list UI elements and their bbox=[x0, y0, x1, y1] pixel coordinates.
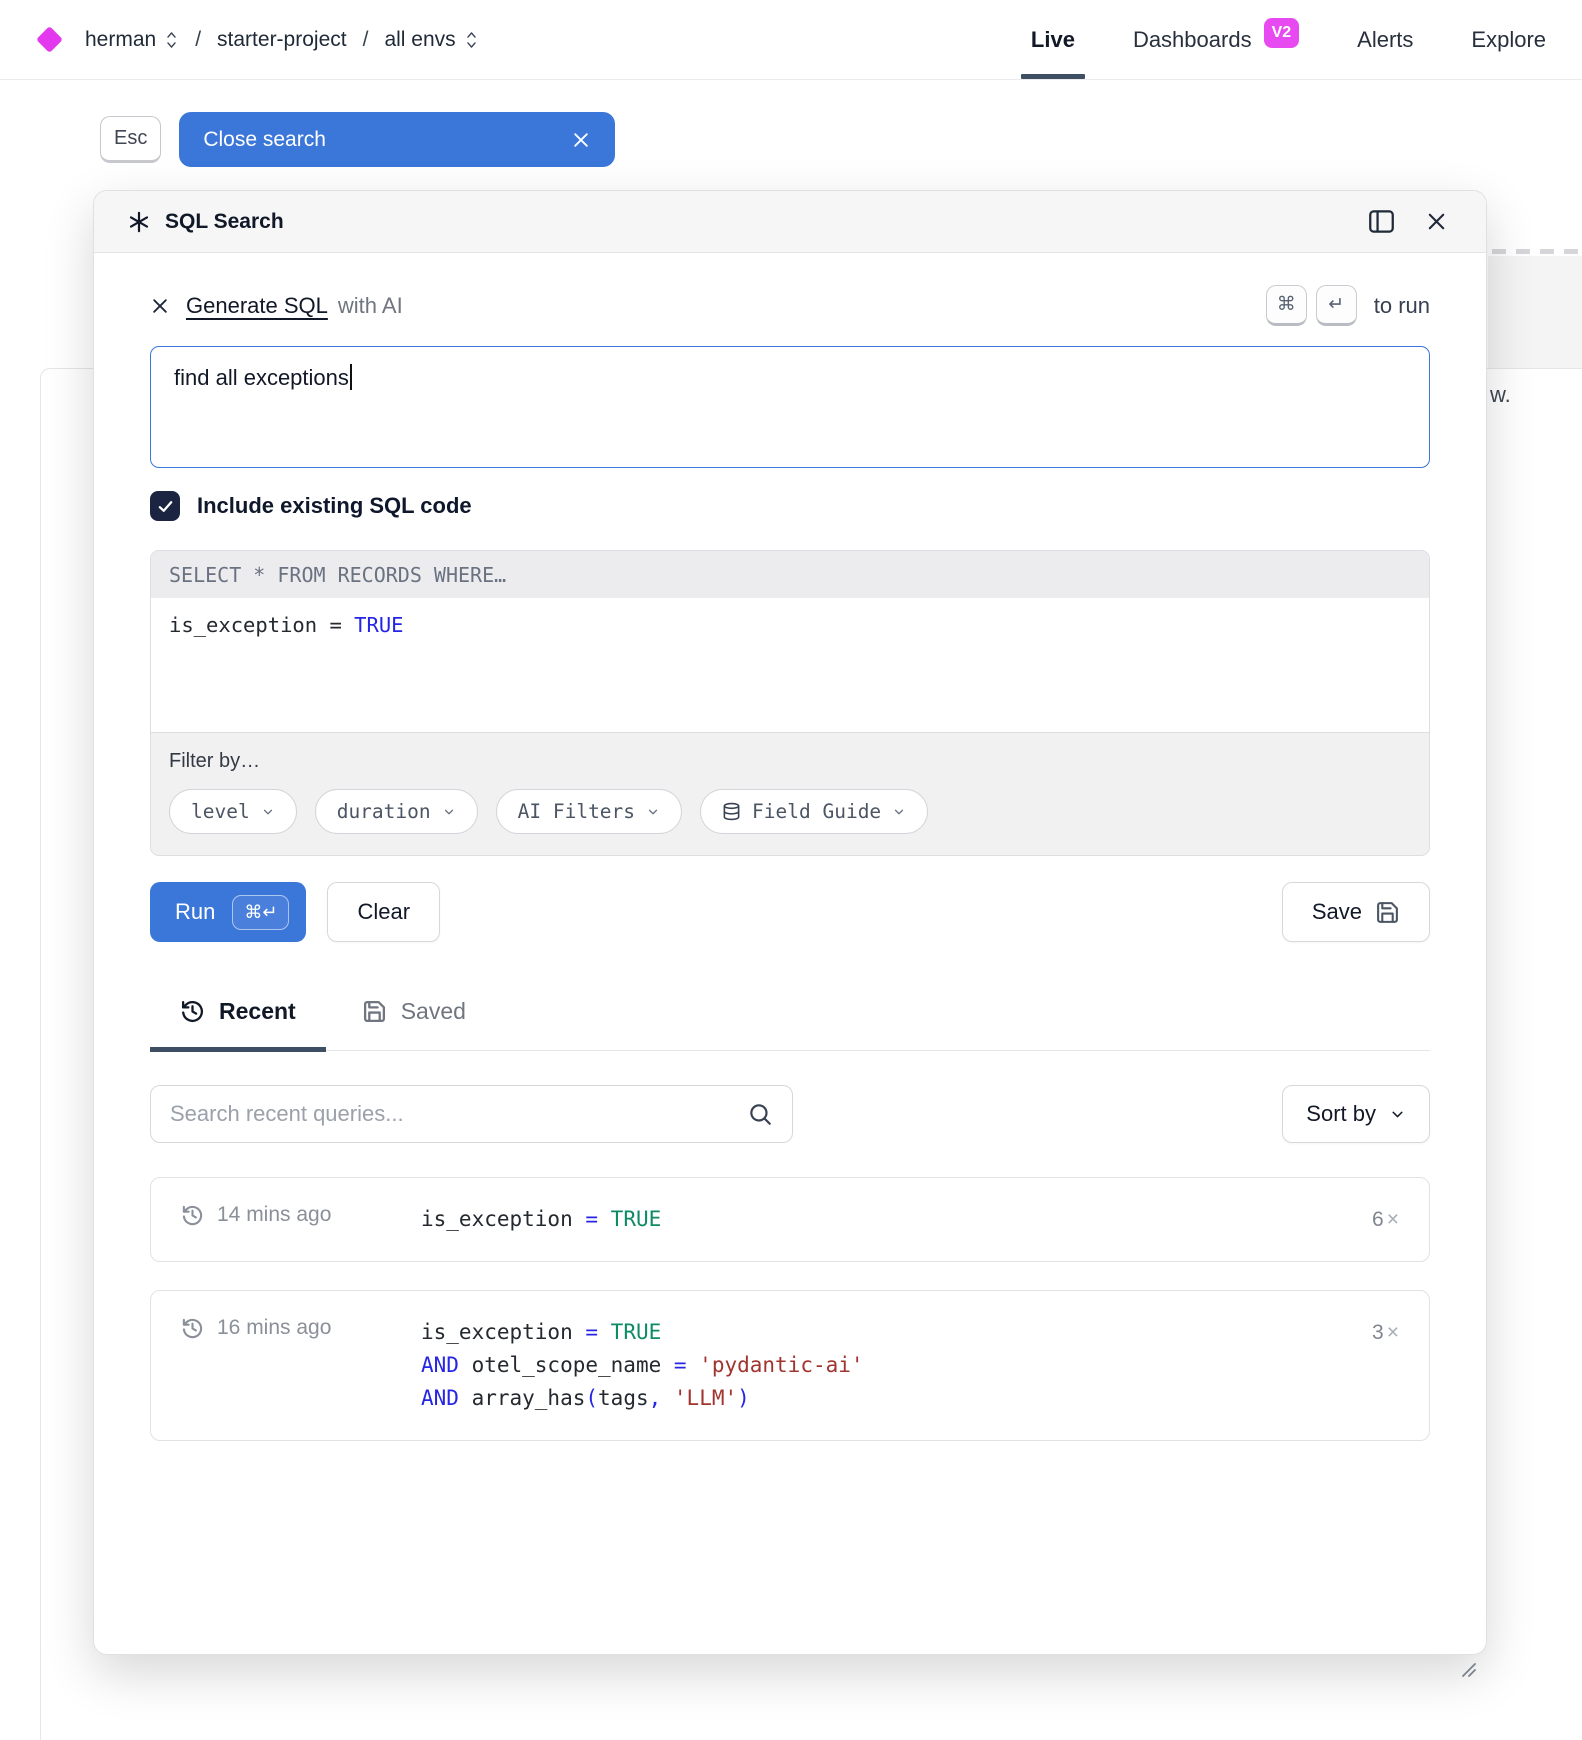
save-icon bbox=[362, 999, 387, 1024]
breadcrumb-env[interactable]: all envs bbox=[384, 28, 478, 52]
modal-title: SQL Search bbox=[128, 210, 284, 234]
chevron-down-icon bbox=[261, 805, 275, 819]
query-tabs: Recent Saved bbox=[150, 998, 1430, 1051]
resize-handle[interactable] bbox=[1456, 1657, 1476, 1677]
filter-section: Filter by… level duration AI Filters bbox=[151, 732, 1429, 855]
tab-recent[interactable]: Recent bbox=[150, 998, 326, 1050]
recent-query-timestamp: 14 mins ago bbox=[217, 1203, 331, 1227]
background-gray-block bbox=[1488, 256, 1582, 368]
asterisk-icon bbox=[128, 211, 150, 233]
recent-query-meta: 16 mins ago bbox=[181, 1316, 421, 1340]
filter-chip-ai-filters[interactable]: AI Filters bbox=[496, 789, 682, 834]
dismiss-ai-icon[interactable] bbox=[150, 296, 170, 316]
recent-query-run-count: 6× bbox=[1352, 1203, 1399, 1236]
filter-chip-field-guide[interactable]: Field Guide bbox=[700, 789, 928, 834]
recent-query-sql: is_exception = TRUE bbox=[421, 1203, 1352, 1236]
breadcrumb-project[interactable]: starter-project bbox=[217, 28, 347, 52]
history-icon bbox=[181, 1317, 204, 1340]
nav-tab-live[interactable]: Live bbox=[1031, 0, 1075, 79]
close-icon bbox=[571, 130, 591, 150]
recent-query-sql: is_exception = TRUEAND otel_scope_name =… bbox=[421, 1316, 1352, 1415]
recent-search-row: Sort by bbox=[150, 1085, 1430, 1143]
search-recent-input[interactable] bbox=[170, 1101, 735, 1127]
database-icon bbox=[722, 802, 741, 821]
history-icon bbox=[181, 1204, 204, 1227]
run-shortcut-hint: ⌘ ↵ to run bbox=[1266, 285, 1430, 326]
top-navbar: herman / starter-project / all envs Live… bbox=[0, 0, 1582, 80]
run-shortcut-keys: ⌘↵ bbox=[232, 895, 289, 930]
recent-rows: 14 mins ago is_exception = TRUE 6× 16 mi… bbox=[150, 1177, 1430, 1441]
text-cursor bbox=[350, 364, 352, 390]
modal-body: Generate SQL with AI ⌘ ↵ to run find all… bbox=[94, 285, 1486, 1686]
nav-tab-explore[interactable]: Explore bbox=[1471, 0, 1546, 79]
sort-by-button[interactable]: Sort by bbox=[1282, 1085, 1430, 1143]
run-button[interactable]: Run ⌘↵ bbox=[150, 882, 306, 942]
filter-chip-level[interactable]: level bbox=[169, 789, 297, 834]
breadcrumb-separator: / bbox=[363, 28, 369, 52]
save-button[interactable]: Save bbox=[1282, 882, 1430, 942]
breadcrumb: herman / starter-project / all envs bbox=[85, 28, 479, 52]
sql-editor-code[interactable]: is_exception = TRUE bbox=[151, 598, 1429, 732]
cmd-keycap: ⌘ bbox=[1266, 285, 1307, 326]
action-buttons-row: Run ⌘↵ Clear Save bbox=[150, 882, 1430, 942]
clear-button[interactable]: Clear bbox=[327, 882, 440, 942]
close-search-button[interactable]: Close search bbox=[179, 112, 615, 167]
generate-sql-suffix: with AI bbox=[338, 293, 403, 319]
generate-sql-link[interactable]: Generate SQL bbox=[186, 293, 328, 319]
generate-sql-row: Generate SQL with AI ⌘ ↵ to run bbox=[150, 285, 1430, 326]
filter-chip-duration[interactable]: duration bbox=[315, 789, 478, 834]
close-search-bar: Esc Close search bbox=[100, 112, 615, 167]
checkbox-checked[interactable] bbox=[150, 491, 180, 521]
breadcrumb-org[interactable]: herman bbox=[85, 28, 179, 52]
ai-prompt-input[interactable]: find all exceptions bbox=[150, 346, 1430, 468]
recent-query-timestamp: 16 mins ago bbox=[217, 1316, 331, 1340]
recent-query-row[interactable]: 14 mins ago is_exception = TRUE 6× bbox=[150, 1177, 1430, 1262]
chevron-updown-icon bbox=[164, 30, 179, 50]
close-icon[interactable] bbox=[1425, 210, 1448, 233]
nav-tab-alerts[interactable]: Alerts bbox=[1357, 0, 1413, 79]
modal-header-actions bbox=[1368, 209, 1448, 234]
sql-editor-header: SELECT * FROM RECORDS WHERE… bbox=[151, 551, 1429, 598]
tab-saved[interactable]: Saved bbox=[332, 998, 496, 1050]
modal-header: SQL Search bbox=[94, 191, 1486, 253]
chevron-down-icon bbox=[442, 805, 456, 819]
esc-keycap: Esc bbox=[100, 116, 161, 163]
v2-badge: V2 bbox=[1264, 18, 1300, 48]
main-nav: Live Dashboards V2 Alerts Explore bbox=[1031, 0, 1546, 79]
filter-by-label: Filter by… bbox=[169, 750, 1411, 773]
chevron-down-icon bbox=[1389, 1106, 1406, 1123]
recent-search-box bbox=[150, 1085, 793, 1143]
nav-tab-dashboards[interactable]: Dashboards V2 bbox=[1133, 0, 1299, 79]
history-icon bbox=[180, 999, 205, 1024]
sql-search-modal: SQL Search Generate SQL with AI ⌘ ↵ to r… bbox=[93, 190, 1487, 1655]
include-sql-checkbox-row[interactable]: Include existing SQL code bbox=[150, 491, 1430, 521]
background-text-fragment: w. bbox=[1490, 382, 1511, 408]
recent-query-row[interactable]: 16 mins ago is_exception = TRUEAND otel_… bbox=[150, 1290, 1430, 1441]
chevron-down-icon bbox=[892, 805, 906, 819]
check-icon bbox=[157, 498, 174, 515]
sql-editor: SELECT * FROM RECORDS WHERE… is_exceptio… bbox=[150, 550, 1430, 856]
search-icon bbox=[747, 1101, 773, 1127]
side-panel-icon[interactable] bbox=[1368, 209, 1395, 234]
to-run-label: to run bbox=[1374, 293, 1430, 319]
logfire-logo-icon[interactable] bbox=[36, 26, 63, 53]
recent-query-meta: 14 mins ago bbox=[181, 1203, 421, 1227]
breadcrumb-separator: / bbox=[195, 28, 201, 52]
chevron-down-icon bbox=[646, 805, 660, 819]
save-icon bbox=[1375, 900, 1400, 925]
chevron-updown-icon bbox=[464, 30, 479, 50]
background-dashed-line bbox=[1492, 249, 1582, 254]
include-sql-label: Include existing SQL code bbox=[197, 493, 472, 519]
enter-keycap: ↵ bbox=[1316, 285, 1357, 326]
filter-chips: level duration AI Filters Field Guide bbox=[169, 789, 1411, 834]
recent-query-run-count: 3× bbox=[1352, 1316, 1399, 1349]
